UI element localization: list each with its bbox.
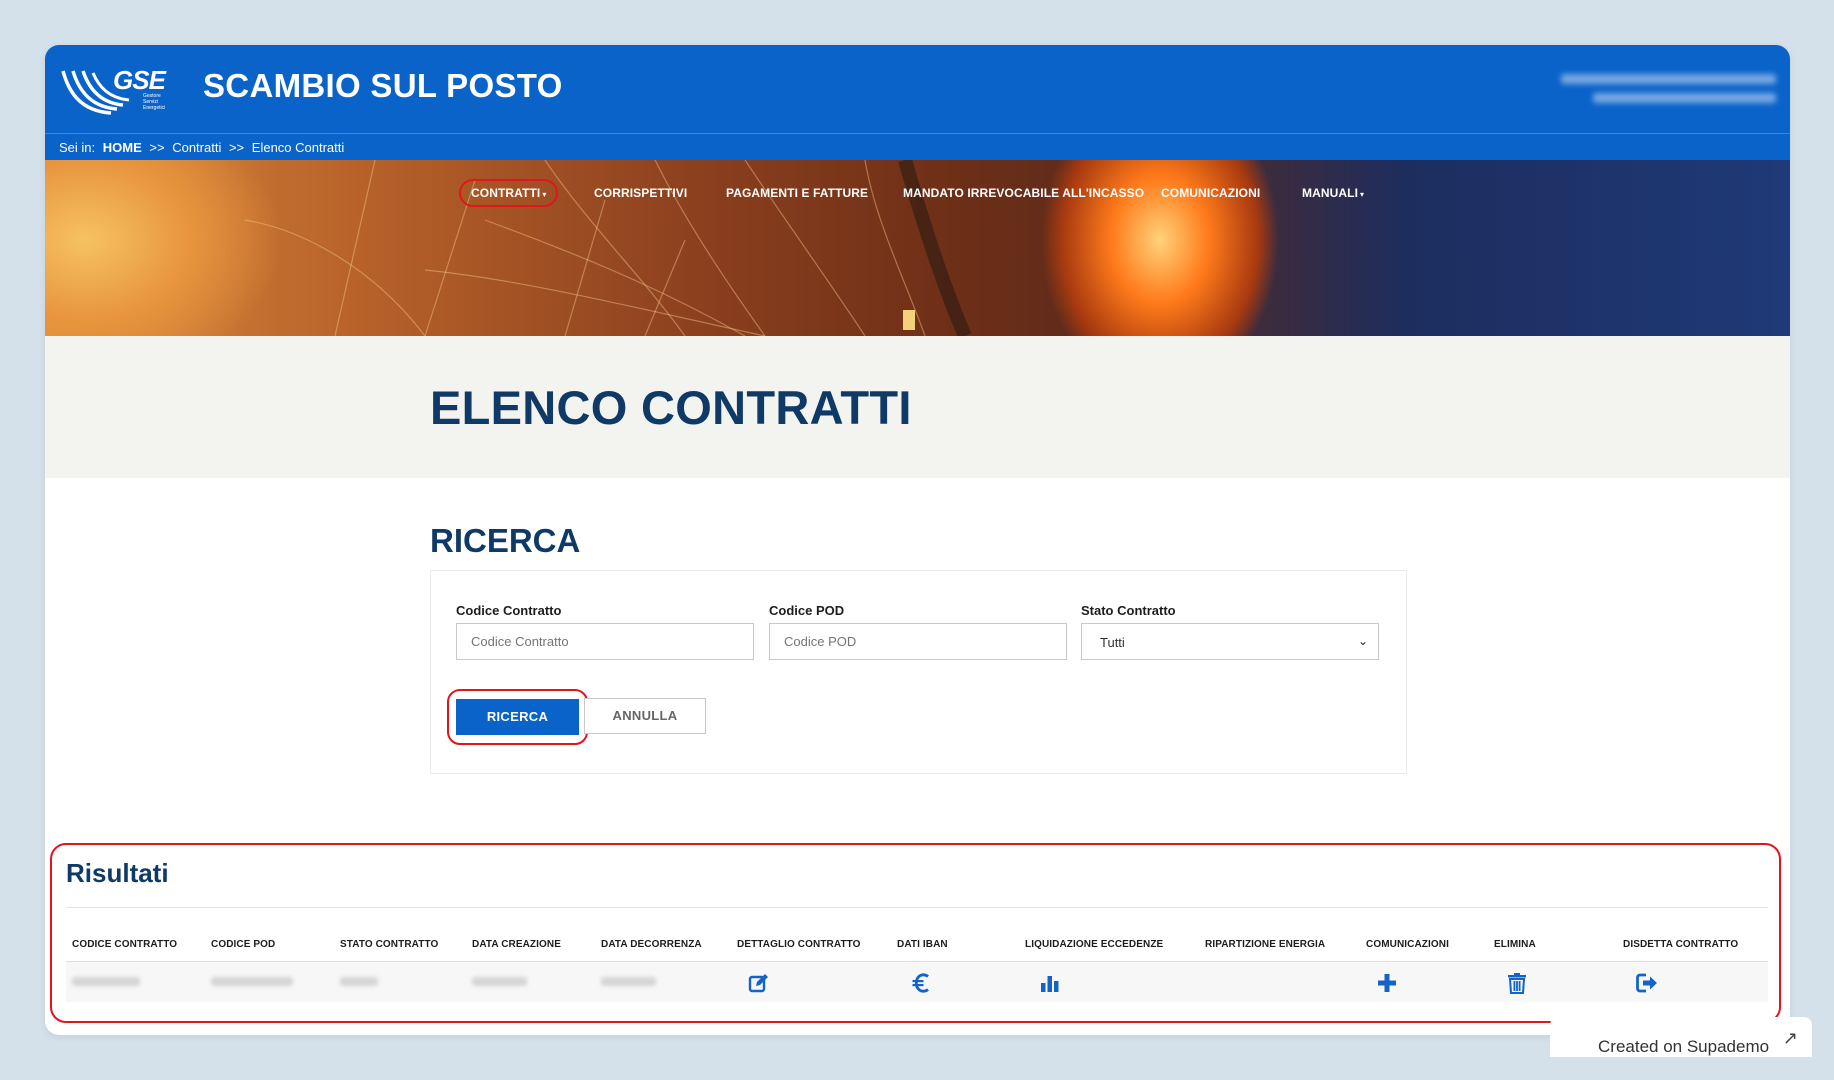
results-title: Risultati — [66, 858, 169, 888]
plus-icon[interactable] — [1376, 972, 1398, 994]
cell-codice-pod-blurred — [211, 977, 293, 986]
user-info-blurred — [1561, 69, 1776, 113]
nav-manuali-label: MANUALI — [1302, 186, 1359, 200]
sign-out-icon[interactable] — [1635, 972, 1659, 994]
stato-contratto-select[interactable]: Tutti ⌄ — [1081, 623, 1379, 660]
column-header: DETTAGLIO CONTRATTO — [737, 939, 861, 950]
column-header: RIPARTIZIONE ENERGIA — [1205, 939, 1326, 950]
nav-comunicazioni[interactable]: COMUNICAZIONI — [1161, 186, 1260, 200]
breadcrumb-contratti-link[interactable]: Contratti — [172, 140, 221, 155]
page-title: ELENCO CONTRATTI — [430, 381, 912, 434]
search-button[interactable]: RICERCA — [456, 699, 579, 735]
external-link-icon: ↗ — [1782, 1028, 1798, 1048]
codice-pod-input[interactable] — [769, 623, 1067, 660]
cell-stato-blurred — [340, 977, 378, 986]
main-nav: CONTRATTI ▾ CORRISPETTIVI PAGAMENTI E FAT… — [45, 179, 1790, 210]
codice-contratto-label: Codice Contratto — [456, 603, 562, 618]
nav-contratti-label: CONTRATTI — [471, 186, 541, 200]
edit-icon[interactable] — [748, 972, 770, 994]
cell-codice-contratto-blurred — [72, 977, 140, 986]
column-header[interactable]: DATA CREAZIONE — [472, 939, 561, 950]
cell-data-creazione-blurred — [472, 977, 527, 986]
breadcrumb-home-link[interactable]: HOME — [103, 140, 142, 155]
stato-contratto-label: Stato Contratto — [1081, 603, 1176, 618]
hero-banner: CONTRATTI ▾ CORRISPETTIVI PAGAMENTI E FAT… — [45, 160, 1790, 336]
chevron-down-icon: ⌄ — [1357, 634, 1368, 648]
column-header: DISDETTA CONTRATTO — [1623, 939, 1739, 950]
search-section-title: RICERCA — [430, 522, 581, 559]
euro-icon[interactable] — [910, 972, 932, 994]
column-header[interactable]: CODICE CONTRATTO — [72, 939, 177, 950]
breadcrumb-separator: >> — [149, 140, 165, 155]
supademo-badge[interactable]: Created on Supademo ↗ — [1550, 1017, 1812, 1057]
trash-icon[interactable] — [1506, 972, 1528, 994]
gse-logo[interactable]: GSE Gestore Servizi Energetici — [59, 63, 169, 117]
breadcrumb-separator: >> — [228, 140, 245, 155]
column-header[interactable]: DATA DECORRENZA — [601, 939, 702, 950]
app-title: SCAMBIO SUL POSTO — [203, 67, 563, 104]
column-header: ELIMINA — [1494, 939, 1536, 950]
nav-manuali[interactable]: MANUALI ▾ — [1302, 186, 1364, 200]
table-row — [66, 962, 1768, 1002]
column-header[interactable]: CODICE POD — [211, 939, 275, 950]
breadcrumb-current: Elenco Contratti — [251, 140, 345, 155]
column-header: LIQUIDAZIONE ECCEDENZE — [1025, 939, 1164, 950]
column-header: DATI IBAN — [897, 939, 948, 950]
nav-mandato-irrevocabile[interactable]: MANDATO IRREVOCABILE ALL'INCASSO — [903, 186, 1144, 200]
breadcrumb-prefix: Sei in: — [59, 140, 96, 155]
bar-chart-icon[interactable] — [1039, 972, 1061, 994]
nav-contratti[interactable]: CONTRATTI ▾ — [459, 179, 559, 207]
breadcrumb: Sei in: HOME >> Contratti >> Elenco Cont… — [45, 133, 1790, 160]
cancel-button[interactable]: ANNULLA — [584, 698, 706, 734]
codice-contratto-input[interactable] — [456, 623, 754, 660]
logo-text: GSE — [113, 65, 166, 95]
search-form: Codice Contratto Codice POD Stato Contra… — [430, 570, 1407, 774]
supademo-label: Created on Supademo — [1598, 1037, 1770, 1056]
nav-pagamenti-e-fatture[interactable]: PAGAMENTI E FATTURE — [726, 186, 868, 200]
logo-subtitle: Gestore Servizi Energetici — [143, 93, 166, 111]
page-title-area: ELENCO CONTRATTI — [45, 336, 1790, 478]
nav-corrispettivi[interactable]: CORRISPETTIVI — [594, 186, 687, 200]
chevron-down-icon: ▾ — [542, 190, 547, 199]
column-header: COMUNICAZIONI — [1366, 939, 1449, 950]
chevron-down-icon: ▾ — [1360, 190, 1365, 199]
column-header[interactable]: STATO CONTRATTO — [340, 939, 438, 950]
top-header: GSE Gestore Servizi Energetici SCAMBIO S… — [45, 45, 1790, 133]
codice-pod-label: Codice POD — [769, 603, 845, 618]
results-divider — [66, 907, 1768, 908]
cell-data-decorrenza-blurred — [601, 977, 656, 986]
stato-contratto-selected: Tutti — [1100, 635, 1125, 650]
